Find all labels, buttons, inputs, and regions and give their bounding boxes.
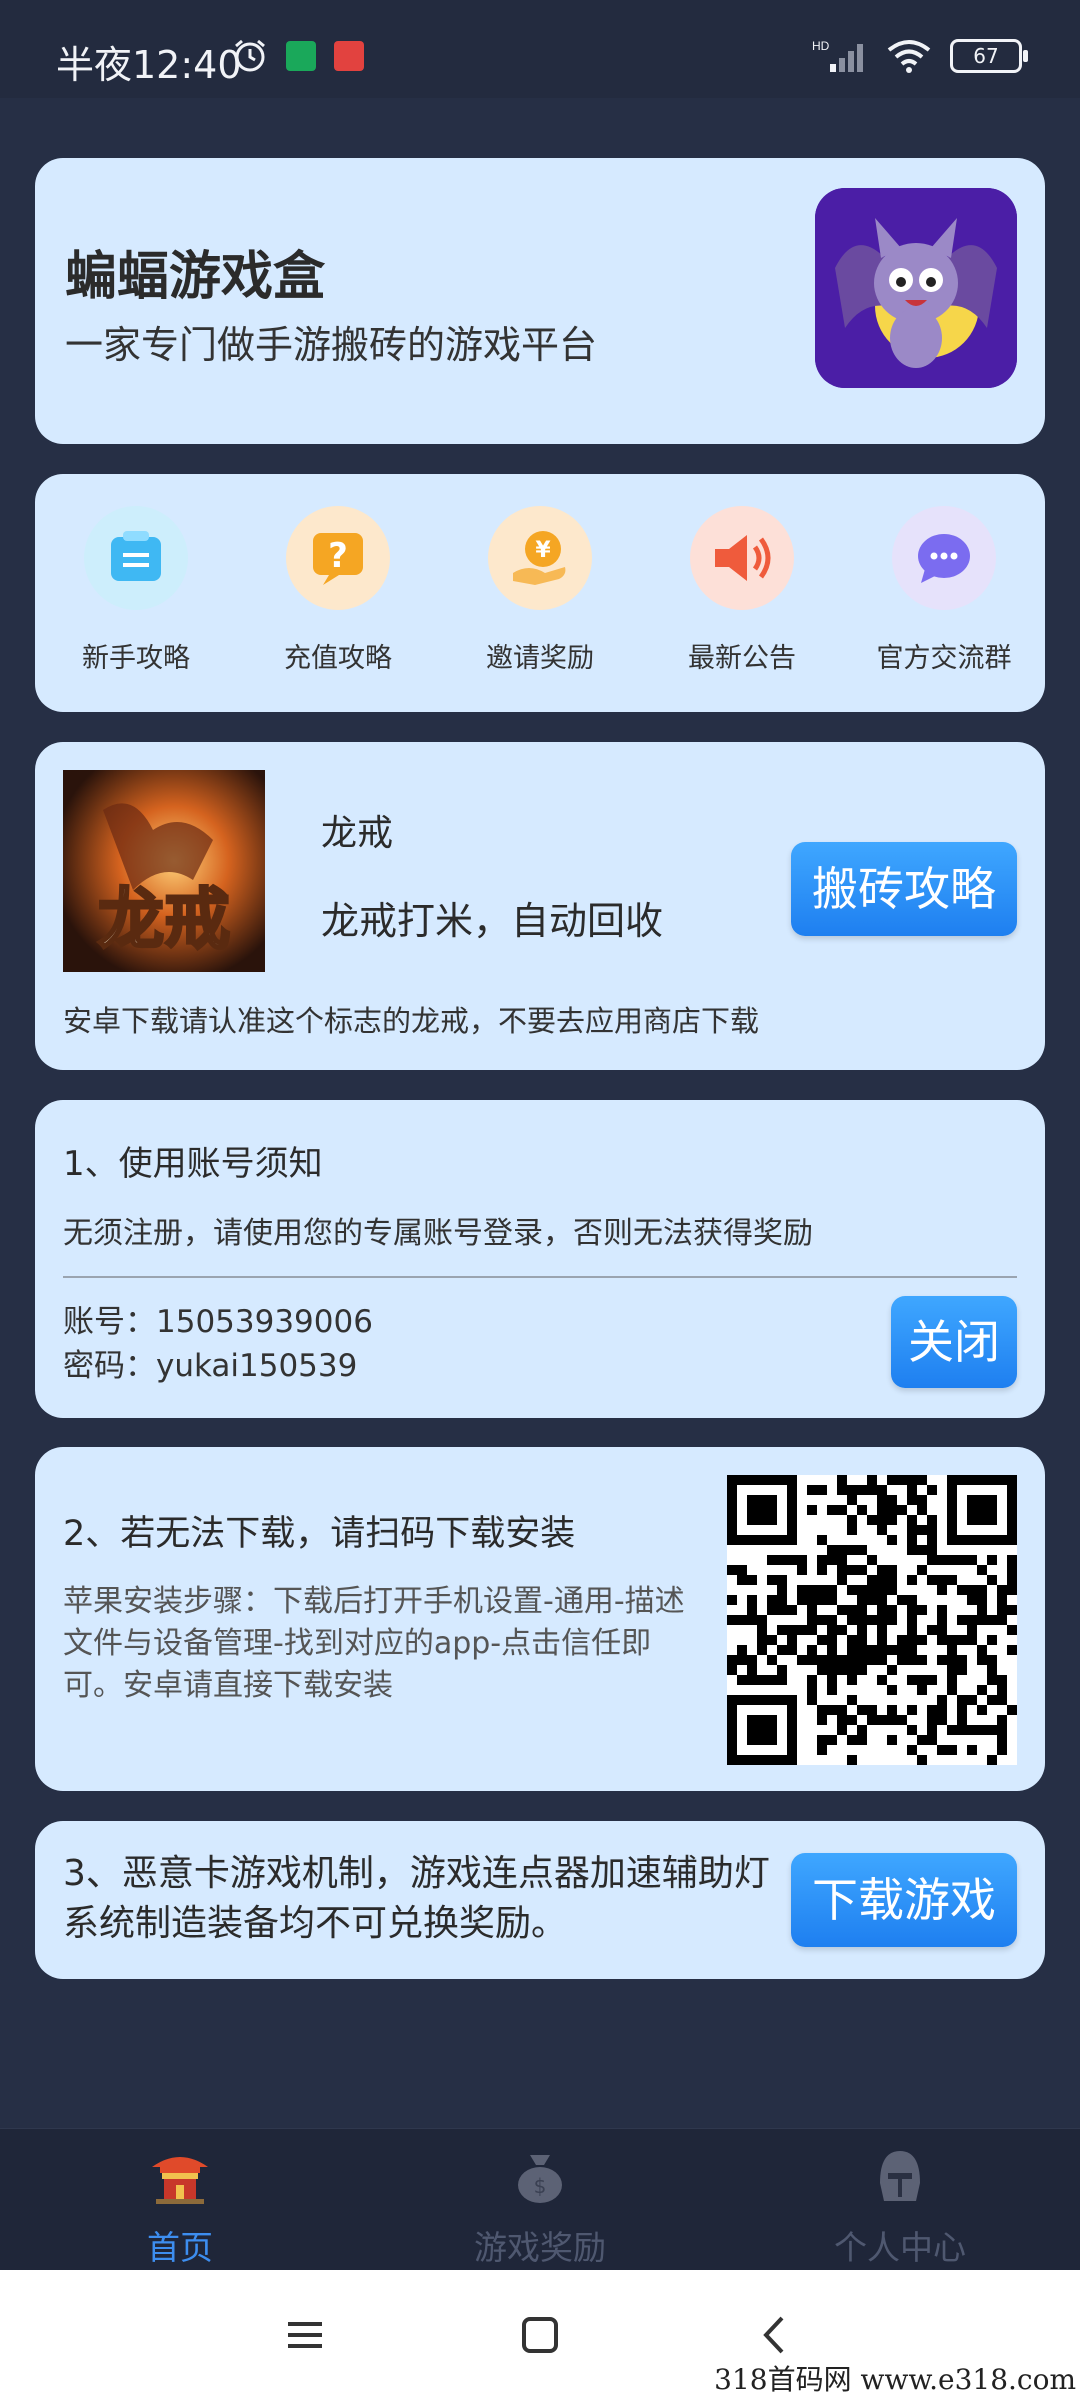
back-icon[interactable]: [750, 2310, 800, 2360]
game-notice: 安卓下载请认准这个标志的龙戒，不要去应用商店下载: [63, 1004, 760, 1038]
menu-item-invite-reward[interactable]: ¥ 邀请奖励: [445, 506, 635, 675]
bat-mascot-icon: [815, 188, 1017, 388]
helmet-icon: [880, 2151, 920, 2201]
app-subtitle: 一家专门做手游搬砖的游戏平台: [65, 323, 598, 367]
document-icon: [84, 506, 188, 610]
nav-label: 游戏奖励: [474, 2228, 606, 2267]
svg-text:?: ?: [328, 536, 348, 576]
quick-menu-card: 新手攻略 ? 充值攻略 ¥ 邀请奖励 最新公告 官方交流群: [35, 474, 1045, 712]
nav-game-rewards[interactable]: $ 游戏奖励: [360, 2129, 720, 2271]
menu-label: 官方交流群: [876, 643, 1012, 674]
menu-label: 邀请奖励: [486, 643, 594, 674]
home-icon[interactable]: [515, 2310, 565, 2360]
watermark: 318首码网 www.e318.com: [714, 2363, 1076, 2396]
menu-item-latest-announcement[interactable]: 最新公告: [647, 506, 837, 675]
menu-icon[interactable]: [280, 2310, 330, 2360]
status-left-icons: [232, 38, 364, 74]
chat-icon: [892, 506, 996, 610]
rules-text: 3、恶意卡游戏机制，游戏连点器加速辅助灯系统制造装备均不可兑换奖励。: [63, 1853, 770, 1944]
battery-indicator: 67: [950, 39, 1028, 73]
app-notification-icon: [334, 41, 364, 71]
qr-download-card: 2、若无法下载，请扫码下载安装 苹果安装步骤：下载后打开手机设置-通用-描述文件…: [35, 1447, 1045, 1791]
temple-icon: [152, 2157, 208, 2204]
svg-text:¥: ¥: [535, 538, 551, 563]
question-icon: ?: [286, 506, 390, 610]
account-username: 账号：15053939006: [63, 1304, 373, 1340]
rules-card: 3、恶意卡游戏机制，游戏连点器加速辅助灯系统制造装备均不可兑换奖励。 下载游戏: [35, 1821, 1045, 1979]
game-description: 龙戒打米，自动回收: [321, 899, 664, 943]
nav-label: 个人中心: [834, 2228, 966, 2267]
account-password: 密码：yukai150539: [63, 1348, 358, 1384]
svg-text:$: $: [534, 2174, 547, 2198]
nav-profile[interactable]: 个人中心: [720, 2129, 1080, 2271]
close-button[interactable]: 关闭: [891, 1296, 1017, 1388]
wifi-icon: [887, 40, 931, 73]
menu-label: 充值攻略: [284, 643, 392, 674]
menu-item-recharge-guide[interactable]: ? 充值攻略: [243, 506, 433, 675]
qr-title: 2、若无法下载，请扫码下载安装: [63, 1514, 576, 1554]
bottom-navigation: 首页 $ 游戏奖励 个人中心: [0, 2128, 1080, 2271]
status-time: 半夜12:40: [56, 43, 242, 87]
game-cover-image[interactable]: 龙戒: [63, 770, 265, 972]
status-bar: 半夜12:40 HD 67: [0, 0, 1080, 98]
signal-icon: HD: [812, 39, 863, 72]
app-title: 蝙蝠游戏盒: [65, 247, 326, 307]
menu-label: 最新公告: [688, 643, 796, 674]
alarm-icon: [235, 39, 265, 72]
game-name: 龙戒: [321, 813, 394, 854]
nav-home[interactable]: 首页: [0, 2129, 360, 2271]
account-title: 1、使用账号须知: [63, 1144, 323, 1184]
status-right-icons: HD 67: [812, 38, 1028, 74]
menu-label: 新手攻略: [82, 643, 190, 674]
money-bag-icon: $: [518, 2155, 562, 2203]
divider: [63, 1276, 1017, 1278]
qr-code-image[interactable]: [727, 1475, 1017, 1765]
install-instructions: 苹果安装步骤：下载后打开手机设置-通用-描述文件与设备管理-找到对应的app-点…: [63, 1584, 685, 1703]
download-notification-icon: [286, 41, 316, 71]
account-note: 无须注册，请使用您的专属账号登录，否则无法获得奖励: [63, 1216, 813, 1251]
menu-item-official-group[interactable]: 官方交流群: [849, 506, 1039, 675]
game-card: 龙戒 龙戒 龙戒打米，自动回收 搬砖攻略 安卓下载请认准这个标志的龙戒，不要去应…: [35, 742, 1045, 1070]
menu-item-beginner-guide[interactable]: 新手攻略: [41, 506, 231, 675]
svg-text:龙戒: 龙戒: [98, 880, 230, 958]
nav-label: 首页: [147, 2228, 213, 2267]
download-game-button[interactable]: 下载游戏: [791, 1853, 1017, 1947]
guide-button[interactable]: 搬砖攻略: [791, 842, 1017, 936]
header-card: 蝙蝠游戏盒 一家专门做手游搬砖的游戏平台: [35, 158, 1045, 444]
account-card: 1、使用账号须知 无须注册，请使用您的专属账号登录，否则无法获得奖励 账号：15…: [35, 1100, 1045, 1418]
speaker-icon: [690, 506, 794, 610]
system-navigation-bar: 318首码网 www.e318.com: [0, 2270, 1080, 2400]
svg-text:HD: HD: [812, 39, 830, 53]
coin-hand-icon: ¥: [488, 506, 592, 610]
